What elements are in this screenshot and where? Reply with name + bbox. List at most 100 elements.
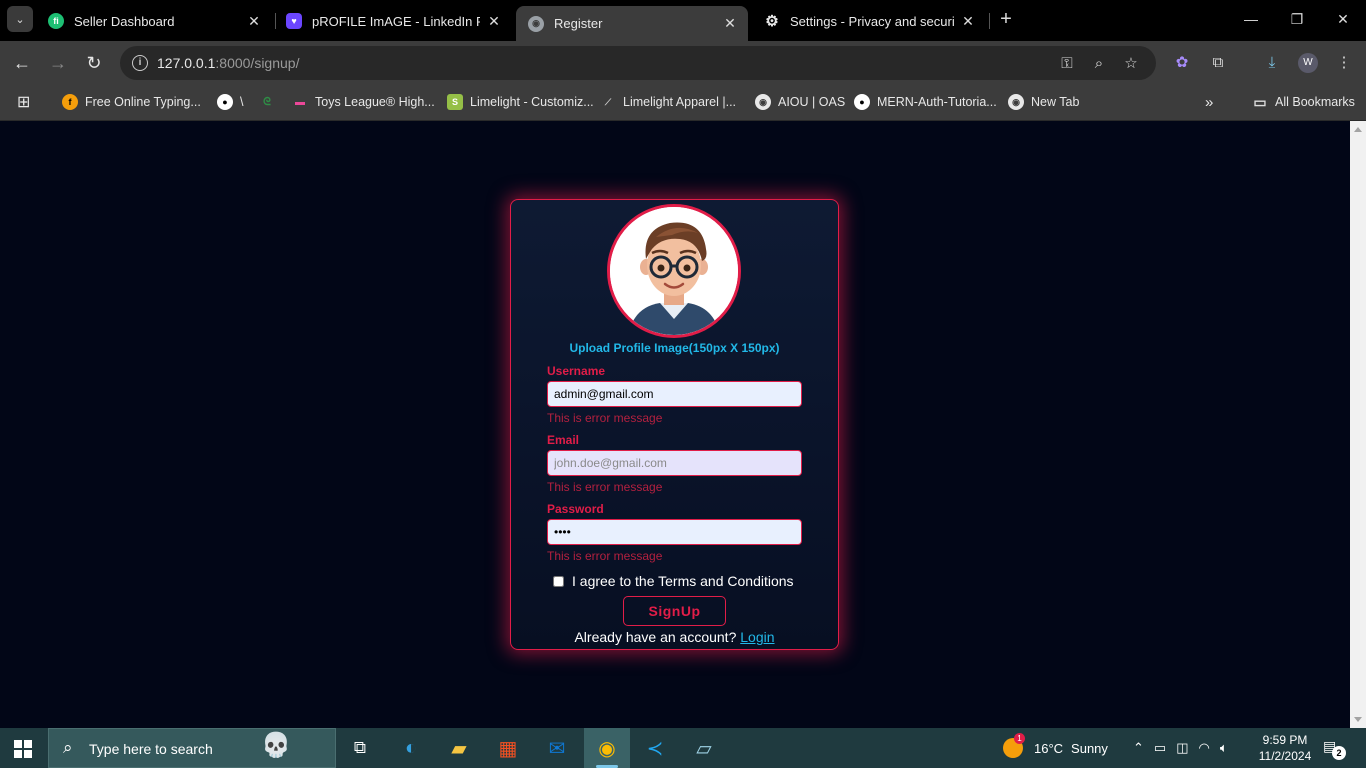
folder-icon: ▭ xyxy=(1253,93,1267,110)
volume-icon[interactable]: 🔈︎ xyxy=(1220,740,1228,756)
tab-close-icon[interactable]: ✕ xyxy=(486,13,502,30)
forward-arrow-icon[interactable]: → xyxy=(46,51,70,75)
file-explorer-icon[interactable]: ▰ xyxy=(436,728,482,768)
taskbar-search-box[interactable]: ⌕ Type here to search 💀 xyxy=(48,728,336,768)
browser-tab-strip: ⌄ fi Seller Dashboard ✕ ♥ pROFILE ImAGE … xyxy=(0,0,1366,41)
scroll-up-icon[interactable] xyxy=(1354,127,1362,132)
all-bookmarks-folder[interactable]: ▭ All Bookmarks xyxy=(1252,92,1355,112)
terms-row[interactable]: I agree to the Terms and Conditions xyxy=(553,573,794,589)
edge-icon[interactable]: ◐ xyxy=(388,728,434,768)
camera-icon[interactable]: ◫ xyxy=(1176,740,1188,756)
globe-icon: ◉ xyxy=(1008,94,1024,110)
profile-avatar[interactable]: W xyxy=(1298,53,1318,73)
wifi-icon[interactable]: ◠ xyxy=(1199,740,1210,756)
bookmark-toys-league[interactable]: ▬ Toys League® High... xyxy=(292,92,435,112)
limelight-icon: ⟋ xyxy=(604,96,612,107)
battery-icon[interactable]: ▭ xyxy=(1154,740,1166,756)
more-menu-icon[interactable]: ⋮ xyxy=(1333,52,1355,74)
password-error-message: This is error message xyxy=(547,549,663,563)
bookmarks-bar: ⊞ f Free Online Typing... ● \ ᘓ ▬ Toys L… xyxy=(0,85,1366,121)
reload-icon[interactable]: ↻ xyxy=(82,51,106,75)
upload-profile-image-label[interactable]: Upload Profile Image(150px X 150px) xyxy=(511,341,838,355)
tab-close-icon[interactable]: ✕ xyxy=(246,13,262,30)
tray-overflow-chevron-icon[interactable]: ⌃ xyxy=(1133,740,1144,756)
notepad-icon[interactable]: ▱ xyxy=(681,728,727,768)
tab-close-icon[interactable]: ✕ xyxy=(960,13,976,30)
minimize-icon[interactable]: — xyxy=(1240,8,1262,30)
bookmark-limelight-customize[interactable]: S Limelight - Customiz... xyxy=(447,92,594,112)
typing-icon: f xyxy=(62,94,78,110)
bookmarks-overflow-icon[interactable]: » xyxy=(1205,92,1213,112)
bookmark-aiou[interactable]: ◉ AIOU | OAS xyxy=(755,92,845,112)
download-icon[interactable]: ⤓ xyxy=(1261,52,1283,74)
scroll-down-icon[interactable] xyxy=(1354,717,1362,722)
apps-grid-icon[interactable]: ⊞ xyxy=(17,92,30,112)
username-error-message: This is error message xyxy=(547,411,663,425)
back-arrow-icon[interactable]: ← xyxy=(10,51,34,75)
fiverr-icon: fi xyxy=(48,13,64,29)
bookmark-geeksforgeeks[interactable]: ᘓ xyxy=(259,92,282,112)
username-label: Username xyxy=(547,364,606,378)
login-prompt-text: Already have an account? xyxy=(574,629,737,645)
taskbar-clock[interactable]: 9:59 PM 11/2/2024 xyxy=(1250,732,1320,764)
tab-search-chevron-icon[interactable]: ⌄ xyxy=(7,6,33,32)
page-scrollbar[interactable] xyxy=(1350,121,1366,728)
tab-settings[interactable]: ⚙ Settings - Privacy and security ✕ xyxy=(752,6,986,36)
site-info-icon[interactable]: i xyxy=(132,55,148,71)
bookmark-mern-auth[interactable]: ● MERN-Auth-Tutoria... xyxy=(854,92,997,112)
tab-seller-dashboard[interactable]: fi Seller Dashboard ✕ xyxy=(36,6,272,36)
signup-button[interactable]: SignUp xyxy=(623,596,726,626)
password-key-icon[interactable]: ⚿ xyxy=(1057,54,1077,74)
system-tray: ⌃ ▭ ◫ ◠ 🔈︎ xyxy=(1133,728,1228,768)
tab-divider xyxy=(989,13,990,29)
extensions-puzzle-icon[interactable]: ⧉ xyxy=(1207,52,1229,74)
bookmark-new-tab[interactable]: ◉ New Tab xyxy=(1008,92,1079,112)
address-bar[interactable]: i 127.0.0.1:8000/signup/ ⚿ ⌕ ☆ xyxy=(120,46,1156,80)
tab-close-icon[interactable]: ✕ xyxy=(722,15,738,32)
microsoft-store-icon[interactable]: ▦ xyxy=(485,728,531,768)
url-text[interactable]: 127.0.0.1:8000/signup/ xyxy=(157,55,299,71)
bookmark-star-icon[interactable]: ☆ xyxy=(1121,54,1141,74)
zoom-icon[interactable]: ⌕ xyxy=(1089,54,1109,74)
chrome-icon[interactable]: ◉ xyxy=(584,728,630,768)
terms-label[interactable]: I agree to the Terms and Conditions xyxy=(572,573,794,589)
signup-card: Upload Profile Image(150px X 150px) User… xyxy=(510,199,839,650)
window-close-icon[interactable]: ✕ xyxy=(1332,8,1354,30)
vscode-icon[interactable]: ≺ xyxy=(632,728,678,768)
weather-temperature: 16°C xyxy=(1034,740,1064,756)
weather-widget[interactable]: 1 16°C Sunny xyxy=(1003,728,1108,768)
extension-brain-icon[interactable]: ✿ xyxy=(1171,52,1193,74)
login-link[interactable]: Login xyxy=(740,629,774,645)
tab-profile-image[interactable]: ♥ pROFILE ImAGE - LinkedIn Post ✕ xyxy=(274,6,512,36)
toys-icon: ▬ xyxy=(295,96,305,108)
restore-icon[interactable]: ❐ xyxy=(1286,8,1308,30)
heart-chat-icon: ♥ xyxy=(286,13,302,29)
outlook-icon[interactable]: ✉ xyxy=(534,728,580,768)
github-icon: ● xyxy=(854,94,870,110)
profile-image-upload[interactable] xyxy=(607,204,741,338)
tab-register[interactable]: ◉ Register ✕ xyxy=(516,6,748,41)
page-content: Upload Profile Image(150px X 150px) User… xyxy=(0,121,1350,728)
gfg-icon: ᘓ xyxy=(263,95,271,108)
terms-checkbox[interactable] xyxy=(553,575,564,587)
task-view-icon[interactable]: ⧉ xyxy=(337,728,383,768)
weather-condition: Sunny xyxy=(1071,740,1108,756)
bookmark-github-1[interactable]: ● \ xyxy=(217,92,243,112)
email-label: Email xyxy=(547,433,580,447)
clock-time: 9:59 PM xyxy=(1262,733,1308,747)
username-input[interactable] xyxy=(547,381,802,407)
windows-start-icon[interactable] xyxy=(14,740,32,758)
clock-date: 11/2/2024 xyxy=(1258,749,1312,763)
login-prompt: Already have an account? Login xyxy=(511,629,838,645)
bookmark-limelight-apparel[interactable]: ⟋ Limelight Apparel |... xyxy=(600,92,736,112)
bookmark-free-typing[interactable]: f Free Online Typing... xyxy=(62,92,201,112)
password-input[interactable] xyxy=(547,519,802,545)
notifications-icon[interactable]: ▤ 2 xyxy=(1323,738,1346,760)
globe-icon: ◉ xyxy=(755,94,771,110)
sun-icon: 1 xyxy=(1003,733,1025,758)
email-input[interactable] xyxy=(547,450,802,476)
globe-icon: ◉ xyxy=(528,15,544,32)
shopify-icon: S xyxy=(447,94,463,110)
gear-icon: ⚙ xyxy=(765,13,779,30)
new-tab-button[interactable]: + xyxy=(995,8,1017,30)
